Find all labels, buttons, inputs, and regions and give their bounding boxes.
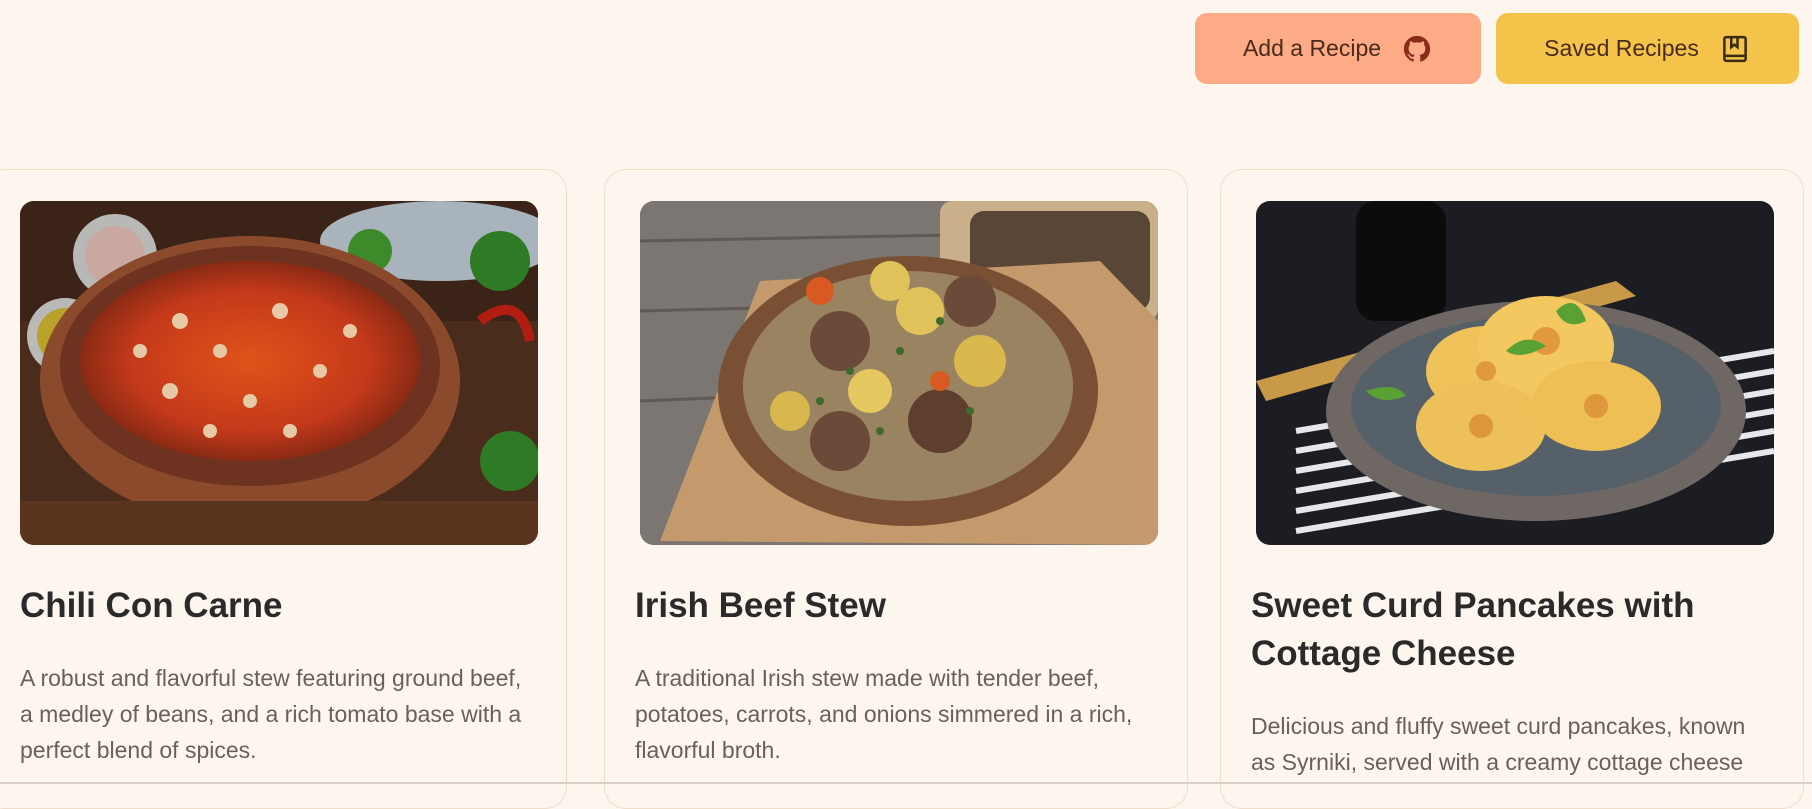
add-recipe-button[interactable]: Add a Recipe bbox=[1195, 13, 1481, 84]
recipe-description: Delicious and fluffy sweet curd pancakes… bbox=[1251, 713, 1746, 775]
recipe-description: A robust and flavorful stew featuring gr… bbox=[20, 665, 522, 763]
recipe-title[interactable]: Chili Con Carne bbox=[20, 582, 530, 630]
saved-recipes-label: Saved Recipes bbox=[1544, 35, 1699, 61]
saved-recipes-button[interactable]: Saved Recipes bbox=[1496, 13, 1799, 84]
recipe-image-sweet-curd-pancakes[interactable] bbox=[1256, 201, 1774, 545]
recipe-card[interactable]: Irish Beef Stew A traditional Irish stew… bbox=[604, 169, 1188, 809]
recipe-title[interactable]: Irish Beef Stew bbox=[635, 582, 1145, 630]
window-bottom-divider bbox=[0, 782, 1812, 784]
recipe-image-irish-beef-stew[interactable] bbox=[640, 201, 1158, 545]
recipe-image-chili-con-carne[interactable] bbox=[20, 201, 538, 545]
add-recipe-label: Add a Recipe bbox=[1242, 35, 1382, 61]
recipe-card[interactable]: Chili Con Carne A robust and flavorful s… bbox=[0, 169, 567, 809]
recipe-title[interactable]: Sweet Curd Pancakes with Cottage Cheese bbox=[1251, 582, 1761, 678]
bookmark-book-icon bbox=[1719, 33, 1751, 65]
github-icon bbox=[1401, 33, 1433, 65]
recipe-description: A traditional Irish stew made with tende… bbox=[635, 665, 1133, 763]
recipe-card[interactable]: Sweet Curd Pancakes with Cottage Cheese … bbox=[1220, 169, 1804, 809]
